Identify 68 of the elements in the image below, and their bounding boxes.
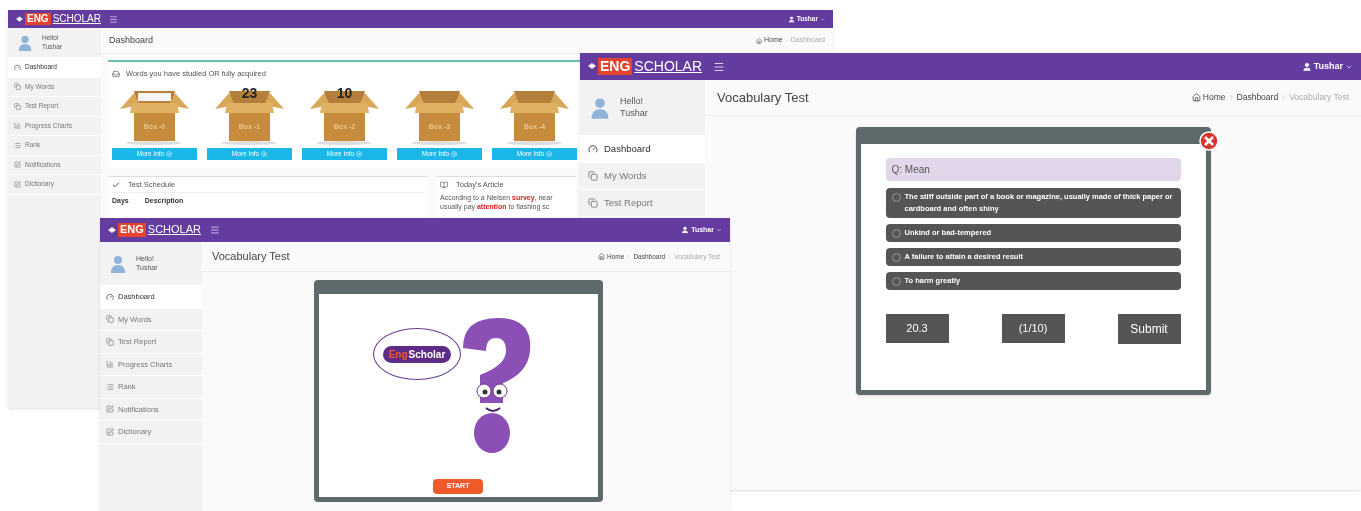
logo-text: SCHOLAR [52,12,101,26]
avatar-silhouette-icon [16,33,34,52]
logo-text: ENG [118,223,146,237]
radio-button[interactable] [891,228,901,238]
home-icon [598,253,606,260]
menu-icon[interactable] [713,60,725,73]
copy-icon [588,171,598,181]
radio-button[interactable] [891,276,901,286]
arrow-circle-icon [166,151,173,158]
home-icon [1191,93,1201,102]
gauge-icon [14,63,21,71]
logo-text: SCHOLAR [634,57,703,76]
arrow-circle-icon [356,151,363,158]
graduation-cap-icon [108,226,116,234]
page-title: Dashboard [109,33,154,47]
logo-text: ENG [24,12,51,26]
arrow-circle-icon [451,151,458,158]
list-icon [106,382,114,391]
gauge-icon [106,292,114,301]
radio-button[interactable] [891,252,901,262]
edit-icon [106,427,114,436]
avatar-silhouette-icon [108,253,128,274]
graduation-cap-icon [588,63,596,70]
home-icon [756,37,763,44]
close-icon[interactable] [1198,131,1219,151]
chevron-right-icon [1280,94,1288,101]
greeting-text: Hello! [620,96,644,108]
mascot-logo-text: EngScholar [382,345,452,363]
caret-icon [716,227,722,233]
list-icon [14,141,21,149]
menu-icon[interactable] [109,14,118,24]
logo-text: SCHOLAR [147,223,202,237]
breadcrumb-link[interactable]: Home [1202,91,1226,104]
timer-display: 20.3 [885,314,949,343]
edit-icon [14,180,21,188]
copy-icon [14,102,21,110]
bar-chart-icon [14,122,21,130]
page-title: Vocabulary Test [212,249,290,265]
graduation-cap-icon [16,15,23,23]
user-icon [787,15,795,23]
user-name: Tushar [620,107,648,119]
caret-icon [820,16,825,22]
sidebar-item[interactable]: Dashboard [580,136,705,163]
check-icon [112,180,120,189]
book-icon [440,181,448,189]
user-icon [1301,61,1312,72]
gauge-icon [588,144,598,154]
progress-counter: (1/10) [1001,314,1065,343]
user-menu[interactable]: Tushar [1301,59,1353,74]
arrow-circle-icon [546,151,553,158]
logo-text: ENG [598,57,633,76]
copy-icon [106,315,114,324]
copy-icon [106,337,114,346]
submit-button[interactable]: Submit [1117,314,1181,344]
inbox-icon [112,69,120,78]
user-icon [681,226,690,234]
breadcrumb-link[interactable]: Dashboard [1236,91,1279,104]
page-title: Vocabulary Test [717,88,809,107]
edit-icon [14,161,21,169]
menu-icon[interactable] [210,225,220,235]
copy-icon [588,198,598,208]
bar-chart-icon [106,360,114,369]
arrow-circle-icon [261,151,268,158]
question-label: Q: Mean [885,158,1181,181]
chevron-right-icon [1227,94,1235,101]
radio-button[interactable] [891,192,901,202]
copy-icon [14,83,21,91]
edit-icon [106,405,114,414]
